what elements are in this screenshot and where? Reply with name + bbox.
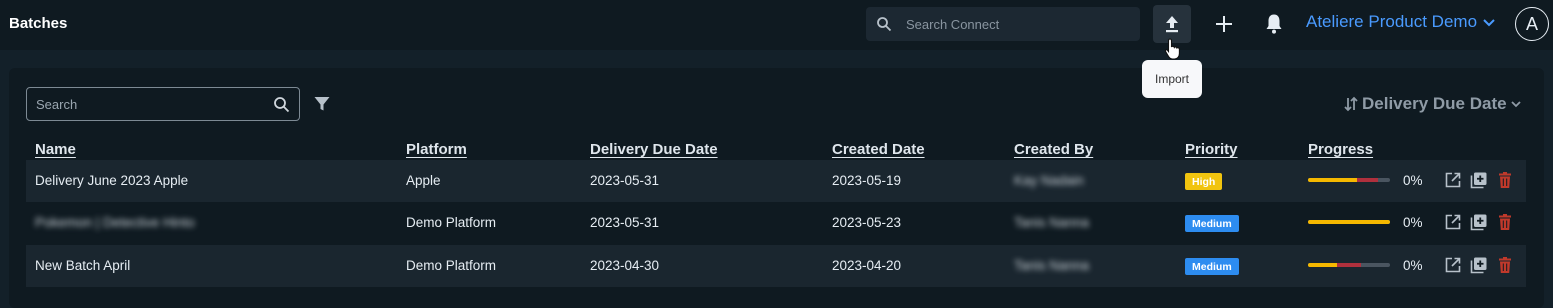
cell-created-by: Tanis Nanna bbox=[1014, 258, 1090, 273]
progress-percent: 0% bbox=[1403, 258, 1423, 273]
progress-segment bbox=[1308, 178, 1358, 182]
priority-badge: Medium bbox=[1185, 258, 1239, 275]
progress-segment bbox=[1308, 220, 1390, 224]
table-row[interactable]: Pokemon | Detective Hinto Demo Platform … bbox=[26, 202, 1526, 244]
cell-created-by: Kay Nadain bbox=[1014, 173, 1084, 188]
progress-segment bbox=[1308, 263, 1337, 267]
progress-bar bbox=[1308, 263, 1390, 267]
filter-icon[interactable] bbox=[313, 95, 331, 113]
add-to-batch-icon[interactable] bbox=[1470, 256, 1488, 274]
cell-name[interactable]: Delivery June 2023 Apple bbox=[35, 173, 188, 188]
priority-badge: Medium bbox=[1185, 215, 1239, 232]
page-title: Batches bbox=[9, 15, 68, 32]
cell-platform: Demo Platform bbox=[406, 215, 497, 230]
search-icon bbox=[877, 17, 892, 32]
add-to-batch-icon[interactable] bbox=[1470, 171, 1488, 189]
column-header-platform[interactable]: Platform bbox=[406, 141, 467, 158]
cell-delivery-due: 2023-04-30 bbox=[590, 258, 660, 273]
chevron-down-icon bbox=[1510, 100, 1521, 107]
sort-selector[interactable]: Delivery Due Date bbox=[1344, 94, 1521, 114]
cell-delivery-due: 2023-05-31 bbox=[590, 173, 660, 188]
chevron-down-icon bbox=[1483, 19, 1495, 27]
table-row[interactable]: New Batch April Demo Platform 2023-04-30… bbox=[26, 245, 1526, 287]
cell-created: 2023-04-20 bbox=[832, 258, 902, 273]
progress-percent: 0% bbox=[1403, 215, 1423, 230]
priority-badge: High bbox=[1185, 173, 1223, 190]
progress-segment bbox=[1336, 263, 1362, 267]
sort-label: Delivery Due Date bbox=[1362, 94, 1507, 113]
import-tooltip: Import bbox=[1142, 60, 1202, 98]
sort-icon bbox=[1344, 96, 1358, 112]
add-button[interactable] bbox=[1210, 10, 1238, 38]
top-bar: Batches Ateliere Product Demo A bbox=[0, 0, 1553, 50]
column-header-priority[interactable]: Priority bbox=[1185, 141, 1238, 158]
global-search-input[interactable] bbox=[906, 7, 1131, 41]
open-external-icon[interactable] bbox=[1444, 171, 1462, 189]
column-header-created-date[interactable]: Created Date bbox=[832, 141, 925, 158]
cell-created-by: Tanis Nanna bbox=[1014, 215, 1090, 230]
cell-name[interactable]: Pokemon | Detective Hinto bbox=[35, 215, 195, 230]
plus-icon bbox=[1216, 16, 1232, 32]
cell-name[interactable]: New Batch April bbox=[35, 258, 130, 273]
cell-delivery-due: 2023-05-31 bbox=[590, 215, 660, 230]
progress-percent: 0% bbox=[1403, 173, 1423, 188]
global-search[interactable] bbox=[866, 7, 1140, 41]
workspace-selector[interactable]: Ateliere Product Demo bbox=[1306, 12, 1495, 32]
batch-search-input[interactable] bbox=[36, 88, 266, 120]
table-header: Name Platform Delivery Due Date Created … bbox=[26, 132, 1526, 160]
bell-icon bbox=[1266, 14, 1282, 34]
column-header-progress[interactable]: Progress bbox=[1308, 141, 1373, 158]
add-to-batch-icon[interactable] bbox=[1470, 213, 1488, 231]
workspace-name: Ateliere Product Demo bbox=[1306, 12, 1478, 31]
delete-icon[interactable] bbox=[1496, 213, 1514, 231]
cell-platform: Apple bbox=[406, 173, 441, 188]
progress-bar bbox=[1308, 220, 1390, 224]
column-header-created-by[interactable]: Created By bbox=[1014, 141, 1093, 158]
batch-search[interactable] bbox=[26, 87, 300, 121]
hand-cursor-icon bbox=[1164, 38, 1180, 60]
avatar[interactable]: A bbox=[1515, 7, 1549, 41]
notifications-button[interactable] bbox=[1260, 10, 1288, 38]
cell-created: 2023-05-19 bbox=[832, 173, 902, 188]
column-header-delivery-due-date[interactable]: Delivery Due Date bbox=[590, 141, 718, 158]
delete-icon[interactable] bbox=[1496, 171, 1514, 189]
open-external-icon[interactable] bbox=[1444, 256, 1462, 274]
column-header-name[interactable]: Name bbox=[35, 141, 76, 158]
upload-icon bbox=[1166, 16, 1178, 33]
progress-segment bbox=[1357, 178, 1378, 182]
cell-platform: Demo Platform bbox=[406, 258, 497, 273]
delete-icon[interactable] bbox=[1496, 256, 1514, 274]
table-row[interactable]: Delivery June 2023 Apple Apple 2023-05-3… bbox=[26, 160, 1526, 202]
cell-created: 2023-05-23 bbox=[832, 215, 902, 230]
progress-bar bbox=[1308, 178, 1390, 182]
open-external-icon[interactable] bbox=[1444, 213, 1462, 231]
search-icon[interactable] bbox=[273, 96, 290, 113]
